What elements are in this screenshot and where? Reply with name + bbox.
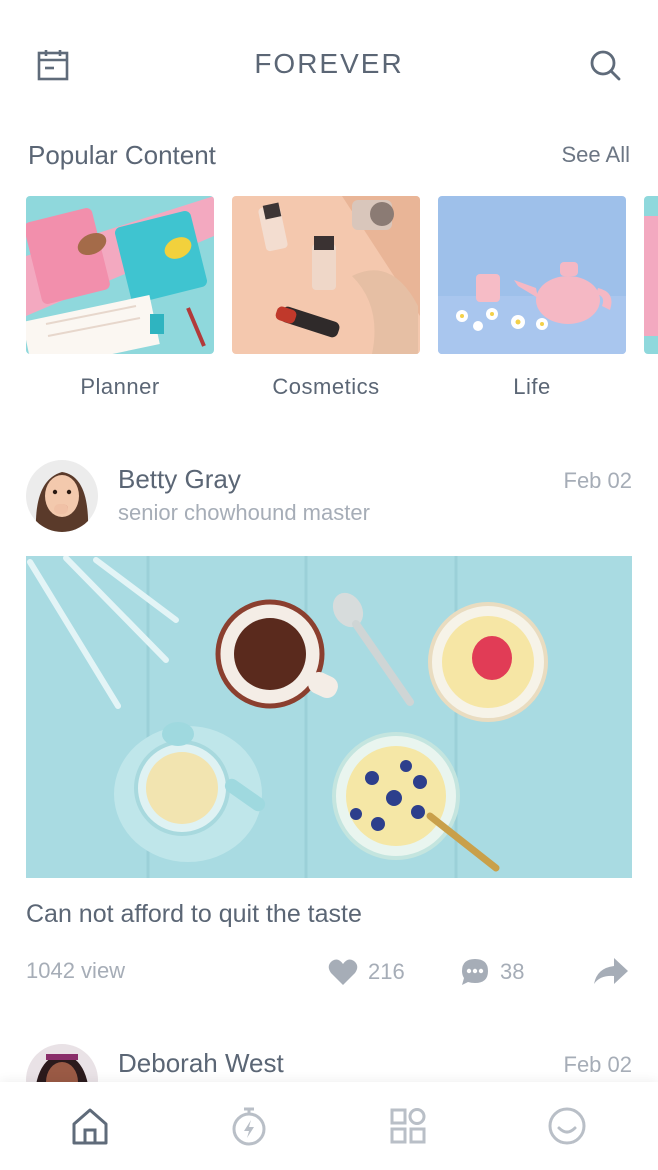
- post-photo[interactable]: [26, 556, 632, 878]
- search-icon[interactable]: [588, 48, 622, 82]
- comment-count: 38: [500, 959, 525, 984]
- popular-card-next[interactable]: [644, 196, 658, 354]
- app-title: FOREVER: [254, 48, 404, 79]
- comment-icon: [462, 959, 488, 985]
- timer-icon[interactable]: [229, 1106, 269, 1146]
- heart-icon: [328, 959, 358, 985]
- avatar[interactable]: [26, 460, 98, 532]
- like-count: 216: [368, 959, 405, 984]
- feed-post: Betty Gray senior chowhound master Feb 0…: [26, 460, 632, 1000]
- post-date: Feb 02: [563, 1052, 633, 1077]
- post-author[interactable]: Betty Gray: [118, 464, 241, 495]
- cosmetics-image: [232, 196, 420, 354]
- popular-card-planner[interactable]: Planner: [26, 196, 214, 400]
- card-label: Life: [513, 374, 551, 399]
- see-all-link[interactable]: See All: [562, 142, 631, 168]
- apps-grid-icon[interactable]: [388, 1106, 428, 1146]
- post-author[interactable]: Deborah West: [118, 1048, 284, 1079]
- post-stats: 1042 view 216 38: [26, 956, 632, 988]
- section-title: Popular Content: [28, 140, 216, 170]
- profile-smile-icon[interactable]: [547, 1106, 587, 1146]
- home-icon[interactable]: [70, 1106, 110, 1146]
- popular-card-cosmetics[interactable]: Cosmetics: [232, 196, 420, 400]
- life-image: [438, 196, 626, 354]
- bottom-tab-bar: [0, 1082, 658, 1170]
- post-caption[interactable]: Can not afford to quit the taste: [26, 900, 362, 929]
- popular-card-life[interactable]: Life: [438, 196, 626, 400]
- like-button[interactable]: 216: [328, 956, 405, 988]
- app-header: FOREVER: [0, 0, 658, 120]
- popular-carousel[interactable]: Planner Cosmetics Life: [26, 196, 658, 406]
- post-author-role: senior chowhound master: [118, 500, 370, 525]
- planner-image: [26, 196, 214, 354]
- feed-post: Deborah West Feb 02: [26, 1044, 633, 1116]
- card-label: Cosmetics: [272, 374, 380, 399]
- popular-content-header: Popular Content See All: [28, 138, 630, 172]
- view-count: 1042 view: [26, 958, 126, 983]
- next-card-image: [644, 196, 658, 354]
- post-date: Feb 02: [563, 468, 633, 493]
- card-label: Planner: [80, 374, 160, 399]
- share-icon[interactable]: [592, 956, 630, 988]
- comment-button[interactable]: 38: [460, 956, 524, 988]
